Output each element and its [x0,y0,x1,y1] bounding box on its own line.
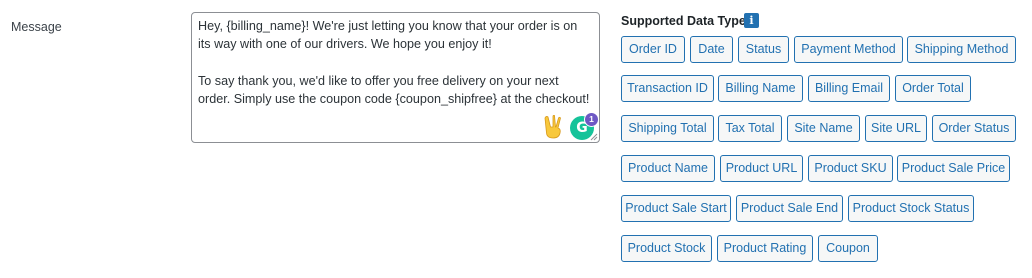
tag-product-rating[interactable]: Product Rating [717,235,813,262]
peace-hand-emoji-icon [544,115,561,139]
tag-payment-method[interactable]: Payment Method [794,36,903,63]
tag-product-sale-start[interactable]: Product Sale Start [621,195,731,222]
tag-product-name[interactable]: Product Name [621,155,715,182]
message-text[interactable]: Hey, {billing_name}! We're just letting … [198,17,593,108]
info-icon[interactable]: i [744,13,759,28]
tag-product-sale-end[interactable]: Product Sale End [736,195,843,222]
tag-product-url[interactable]: Product URL [720,155,803,182]
message-textarea[interactable]: Hey, {billing_name}! We're just letting … [191,12,600,143]
tag-site-name[interactable]: Site Name [787,115,860,142]
tag-status[interactable]: Status [738,36,789,63]
tag-coupon[interactable]: Coupon [818,235,878,262]
tag-transaction-id[interactable]: Transaction ID [621,75,714,102]
tag-tax-total[interactable]: Tax Total [718,115,782,142]
supported-data-types-title: Supported Data Types: [621,14,757,28]
tag-product-sku[interactable]: Product SKU [808,155,893,182]
tag-shipping-total[interactable]: Shipping Total [621,115,714,142]
resize-handle-icon[interactable] [590,133,598,141]
tag-date[interactable]: Date [690,36,733,63]
tag-billing-name[interactable]: Billing Name [718,75,803,102]
tag-order-id[interactable]: Order ID [621,36,685,63]
tag-shipping-method[interactable]: Shipping Method [907,36,1016,63]
message-field-label: Message [11,20,62,34]
tag-product-stock[interactable]: Product Stock [621,235,712,262]
tag-billing-email[interactable]: Billing Email [808,75,890,102]
grammarly-count-badge: 1 [584,112,599,127]
tag-product-stock-status[interactable]: Product Stock Status [848,195,974,222]
tag-order-status[interactable]: Order Status [932,115,1016,142]
tag-site-url[interactable]: Site URL [865,115,927,142]
tag-product-sale-price[interactable]: Product Sale Price [897,155,1010,182]
tag-order-total[interactable]: Order Total [895,75,971,102]
